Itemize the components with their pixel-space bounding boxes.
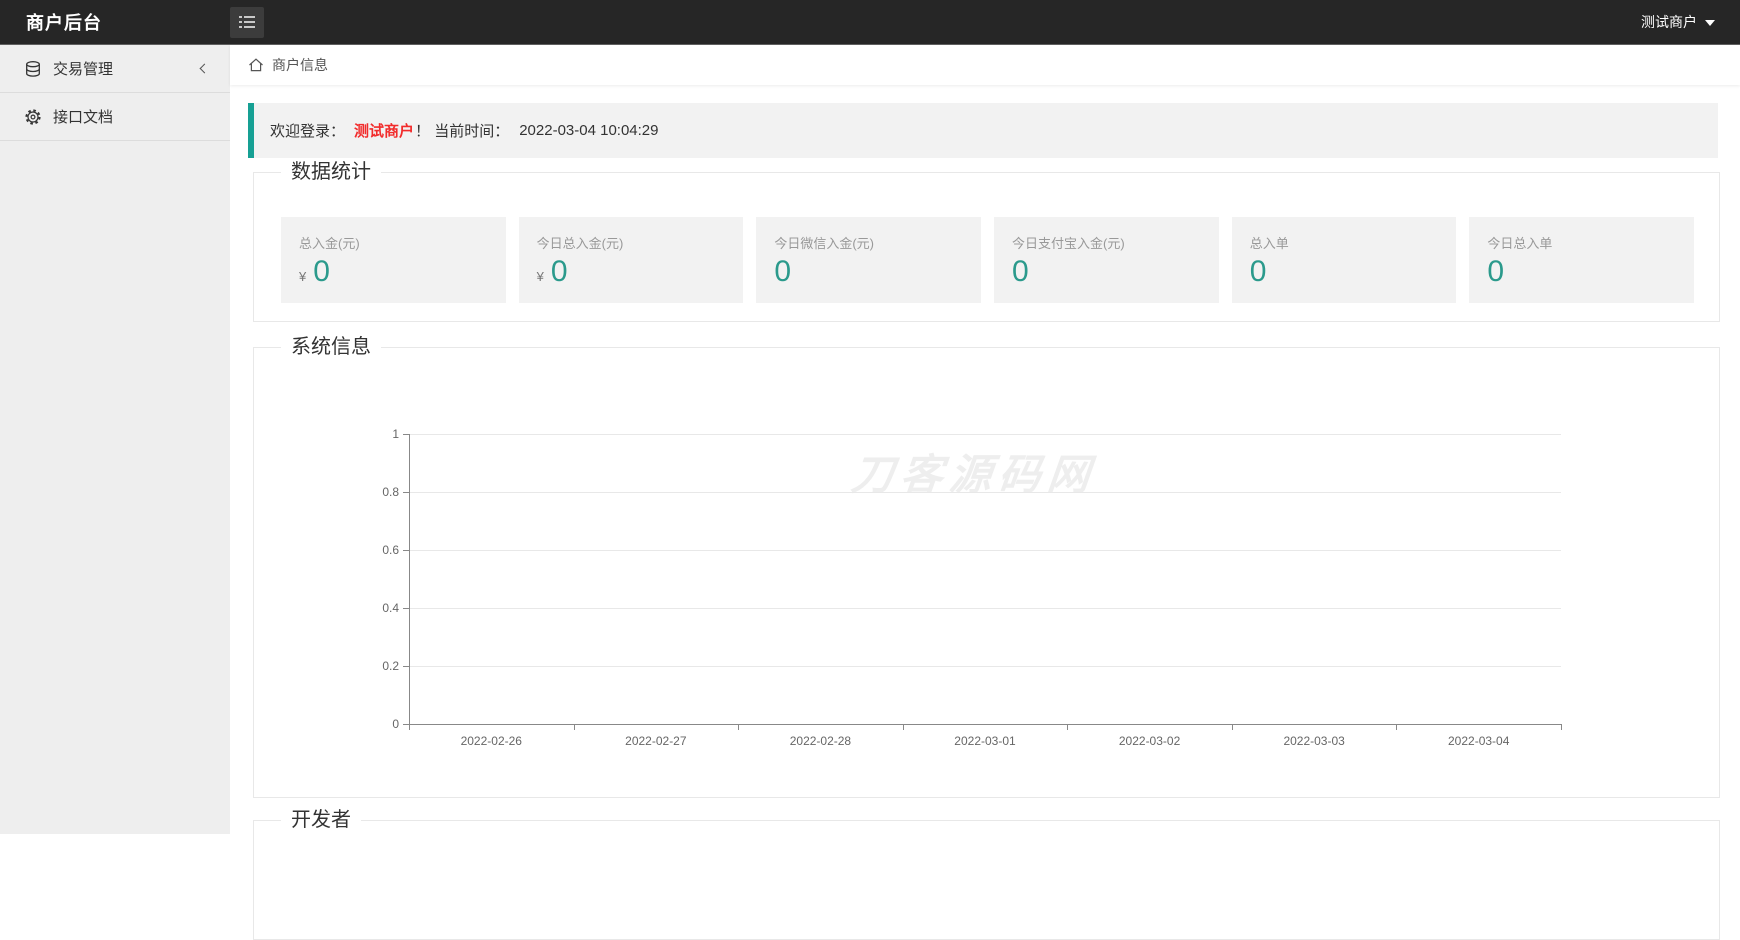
list-icon (239, 15, 255, 29)
page-content: 欢迎登录： 测试商户 ！ 当前时间： 2022-03-04 10:04:29 数… (230, 103, 1740, 940)
sidebar-item-api-docs[interactable]: 接口文档 (0, 93, 230, 141)
y-axis-label: 0.6 (382, 543, 399, 557)
stat-card: 今日总入单 0 (1469, 217, 1694, 303)
y-axis-label: 0.4 (382, 601, 399, 615)
chevron-left-icon (200, 64, 210, 74)
x-axis-label: 2022-03-02 (1119, 734, 1180, 748)
system-info-section: 系统信息 刀客源码网 00.20.40.60.812022-02-262022-… (253, 347, 1720, 798)
stat-card-value: 0 (1250, 255, 1439, 289)
caret-down-icon (1705, 20, 1715, 26)
y-gridline (409, 492, 1561, 493)
developer-section: 开发者 (253, 820, 1720, 940)
x-axis-label: 2022-03-03 (1283, 734, 1344, 748)
stat-card: 今日支付宝入金(元) 0 (994, 217, 1219, 303)
home-icon[interactable] (248, 57, 264, 73)
y-axis-label: 1 (392, 427, 399, 441)
stat-card-number: 0 (313, 255, 330, 289)
x-axis-label: 2022-02-26 (461, 734, 522, 748)
sidebar-item-label: 交易管理 (53, 58, 201, 79)
y-axis-label: 0 (392, 717, 399, 731)
stat-card-label: 今日支付宝入金(元) (1012, 233, 1201, 252)
stats-section-title: 数据统计 (281, 159, 381, 185)
x-axis-tick (409, 724, 410, 730)
sidebar-nav: 交易管理接口文档 (0, 45, 230, 141)
x-axis-tick (1067, 724, 1068, 730)
stat-card: 总入单 0 (1232, 217, 1457, 303)
currency-symbol: ¥ (537, 269, 544, 284)
stat-cards-row: 总入金(元)¥0今日总入金(元)¥0今日微信入金(元)0今日支付宝入金(元)0总… (281, 217, 1694, 303)
stat-card: 今日微信入金(元) 0 (756, 217, 981, 303)
app-title: 商户后台 (0, 9, 230, 35)
welcome-suffix: ！ 当前时间： (415, 120, 509, 141)
welcome-banner: 欢迎登录： 测试商户 ！ 当前时间： 2022-03-04 10:04:29 (248, 103, 1718, 158)
user-menu[interactable]: 测试商户 (1641, 12, 1740, 32)
stat-card-value: ¥0 (537, 255, 726, 289)
database-icon (24, 60, 42, 78)
line-chart: 刀客源码网 00.20.40.60.812022-02-262022-02-27… (254, 348, 1719, 797)
y-gridline (409, 550, 1561, 551)
stat-card-value: ¥0 (299, 255, 488, 289)
stat-card-number: 0 (551, 255, 568, 289)
x-axis-line (409, 724, 1562, 725)
breadcrumb-label[interactable]: 商户信息 (272, 55, 328, 75)
x-axis-tick (903, 724, 904, 730)
y-gridline (409, 666, 1561, 667)
y-axis-label: 0.2 (382, 659, 399, 673)
main-area: 商户信息 欢迎登录： 测试商户 ！ 当前时间： 2022-03-04 10:04… (230, 45, 1740, 834)
x-axis-tick (1561, 724, 1562, 730)
stat-card-number: 0 (1012, 255, 1029, 289)
y-gridline (409, 608, 1561, 609)
y-gridline (409, 434, 1561, 435)
stat-card-number: 0 (1487, 255, 1504, 289)
y-axis-label: 0.8 (382, 485, 399, 499)
stat-card-value: 0 (1012, 255, 1201, 289)
gear-icon (24, 108, 42, 126)
top-header: 商户后台 测试商户 (0, 0, 1740, 45)
stat-card-label: 总入单 (1250, 233, 1439, 252)
stat-card-label: 今日微信入金(元) (774, 233, 963, 252)
x-axis-label: 2022-02-27 (625, 734, 686, 748)
current-time: 2022-03-04 10:04:29 (519, 122, 658, 139)
x-axis-tick (574, 724, 575, 730)
x-axis-label: 2022-02-28 (790, 734, 851, 748)
welcome-prefix: 欢迎登录： (270, 120, 345, 141)
sidebar-item-label: 接口文档 (53, 106, 212, 127)
currency-symbol: ¥ (299, 269, 306, 284)
sidebar-item-transactions[interactable]: 交易管理 (0, 45, 230, 93)
stat-card-value: 0 (774, 255, 963, 289)
stat-card-label: 今日总入金(元) (537, 233, 726, 252)
stat-card-number: 0 (1250, 255, 1267, 289)
merchant-name: 测试商户 (354, 120, 414, 141)
stat-card-number: 0 (774, 255, 791, 289)
x-axis-label: 2022-03-01 (954, 734, 1015, 748)
x-axis-label: 2022-03-04 (1448, 734, 1509, 748)
developer-section-title: 开发者 (281, 807, 361, 833)
stats-section: 数据统计 总入金(元)¥0今日总入金(元)¥0今日微信入金(元)0今日支付宝入金… (253, 172, 1720, 322)
user-name: 测试商户 (1641, 12, 1697, 32)
x-axis-tick (1232, 724, 1233, 730)
sidebar-toggle-button[interactable] (230, 7, 264, 38)
x-axis-tick (1396, 724, 1397, 730)
x-axis-tick (738, 724, 739, 730)
stat-card-label: 总入金(元) (299, 233, 488, 252)
breadcrumb: 商户信息 (230, 45, 1740, 85)
stat-card-label: 今日总入单 (1487, 233, 1676, 252)
stat-card-value: 0 (1487, 255, 1676, 289)
y-axis-line (409, 434, 410, 724)
stat-card: 总入金(元) ¥0 (281, 217, 506, 303)
sidebar: 交易管理接口文档 (0, 45, 230, 834)
stat-card: 今日总入金(元) ¥0 (519, 217, 744, 303)
